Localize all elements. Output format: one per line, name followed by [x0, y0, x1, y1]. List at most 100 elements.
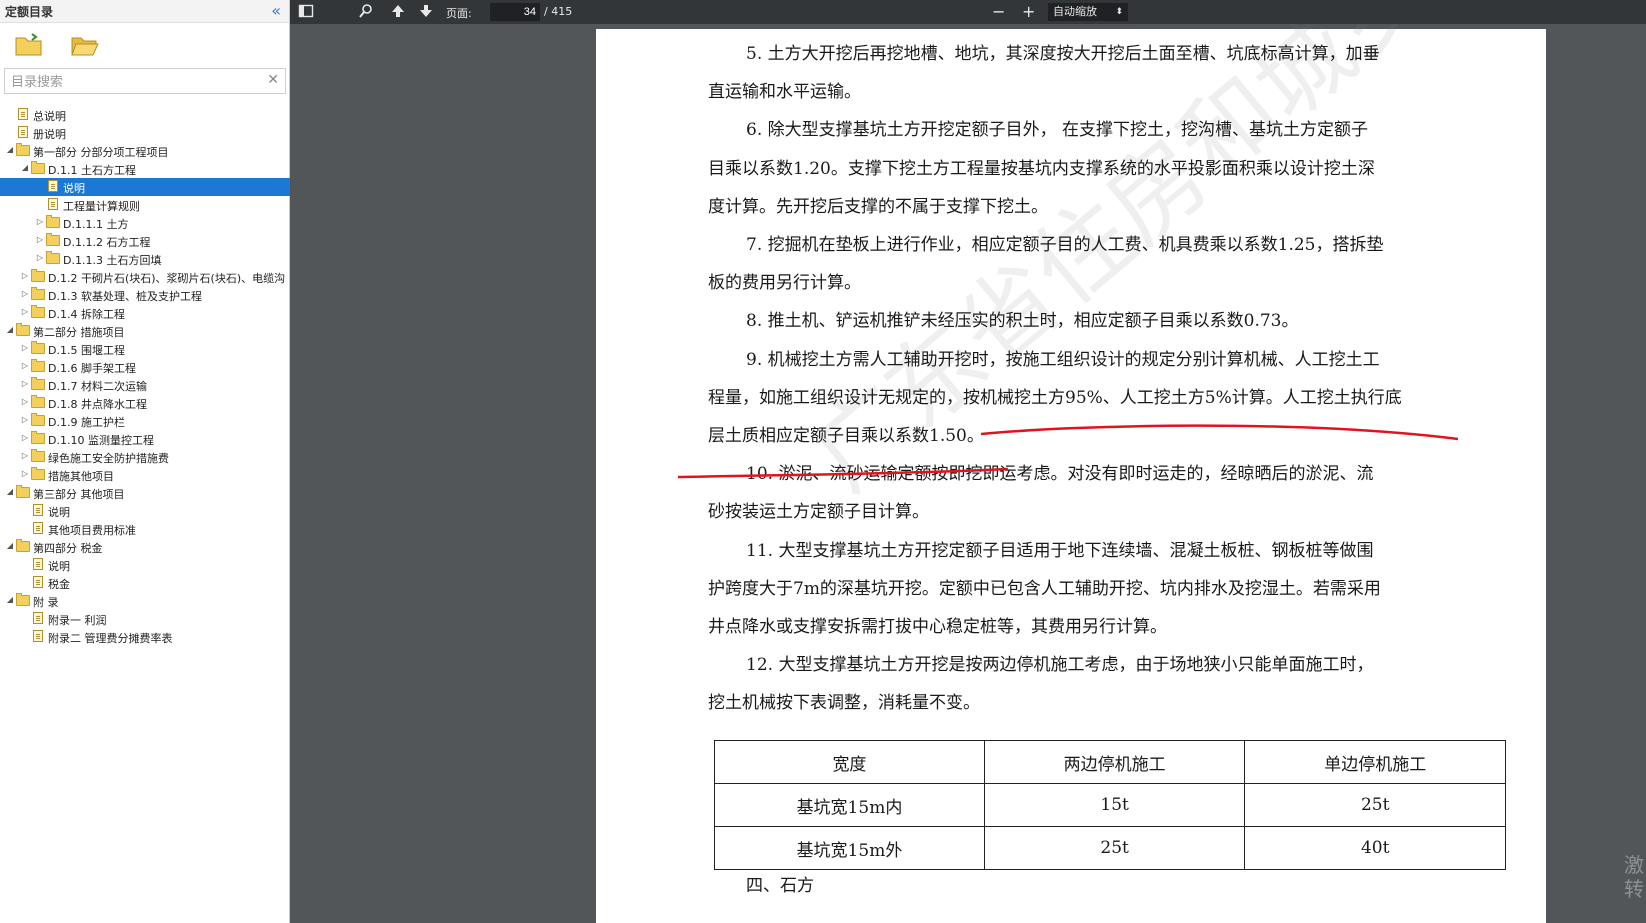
expand-arrow-icon[interactable]: ▷ — [21, 271, 29, 280]
folder-icon — [31, 287, 45, 300]
next-page-icon[interactable] — [418, 3, 434, 23]
collapse-arrow-icon[interactable]: ◢ — [6, 325, 14, 334]
document-viewer[interactable]: 广东省住房和城乡建设厅 5. 土方大开挖后再挖地槽、地坑，其深度按大开挖后土面至… — [290, 24, 1646, 923]
outline-item[interactable]: 工程量计算规则 — [0, 196, 290, 214]
outline-item-label: 绿色施工安全防护措施费 — [48, 452, 169, 465]
outline-item[interactable]: 附录一 利润 — [0, 610, 290, 628]
text-line: 层土质相应定额子目乘以系数1.50。 — [708, 426, 984, 446]
folder-icon — [16, 485, 30, 498]
outline-item[interactable]: ▷ D.1.3 软基处理、桩及支护工程 — [0, 286, 290, 304]
open-folder-icon[interactable] — [70, 33, 100, 57]
folder-icon — [31, 359, 45, 372]
outline-item[interactable]: ◢ 附 录 — [0, 592, 290, 610]
page-number-input[interactable] — [490, 3, 540, 21]
corner-watermark-line: 转 — [1624, 877, 1644, 901]
zoom-value: 自动缩放 — [1053, 5, 1097, 18]
outline-item[interactable]: ▷ D.1.1.2 石方工程 — [0, 232, 290, 250]
expand-arrow-icon[interactable]: ▷ — [21, 397, 29, 406]
outline-item[interactable]: ▷ D.1.9 施工护栏 — [0, 412, 290, 430]
folder-icon — [16, 323, 30, 336]
outline-item[interactable]: ◢ 第一部分 分部分项工程项目 — [0, 142, 290, 160]
collapse-arrow-icon[interactable]: ◢ — [6, 541, 14, 550]
outline-item[interactable]: ◢ 第三部分 其他项目 — [0, 484, 290, 502]
outline-search-input[interactable] — [9, 70, 263, 94]
outline-item-label: D.1.9 施工护栏 — [48, 416, 125, 429]
outline-item[interactable]: ▷ D.1.1.1 土方 — [0, 214, 290, 232]
find-icon[interactable] — [358, 3, 374, 23]
outline-item[interactable]: ▷ D.1.6 脚手架工程 — [0, 358, 290, 376]
outline-item[interactable]: ◢ 第二部分 措施项目 — [0, 322, 290, 340]
text-line: 板的费用另行计算。 — [708, 273, 861, 294]
outline-item[interactable]: ▷ 措施其他项目 — [0, 466, 290, 484]
total-pages: / 415 — [544, 5, 573, 18]
outline-item[interactable]: ◢ 第四部分 税金 — [0, 538, 290, 556]
previous-page-icon[interactable] — [390, 3, 406, 23]
outline-item[interactable]: ▷ D.1.10 监测量控工程 — [0, 430, 290, 448]
zoom-out-button[interactable]: − — [992, 2, 1005, 21]
expand-arrow-icon[interactable]: ▷ — [36, 253, 44, 262]
collapse-sidebar-icon[interactable]: « — [271, 1, 281, 20]
outline-item[interactable]: ▷ D.1.7 材料二次运输 — [0, 376, 290, 394]
expand-arrow-icon[interactable]: ▷ — [21, 289, 29, 298]
zoom-in-button[interactable]: + — [1022, 2, 1035, 21]
dropdown-caret-icon: ⬍ — [1115, 7, 1123, 17]
page-label: 页面: — [446, 7, 472, 20]
expand-arrow-icon[interactable]: ▷ — [21, 379, 29, 388]
annotation-underline-1 — [980, 424, 1459, 441]
collapse-arrow-icon[interactable]: ◢ — [6, 145, 14, 154]
outline-item[interactable]: ◢ D.1.1 土石方工程 — [0, 160, 290, 178]
collapse-arrow-icon[interactable]: ◢ — [6, 487, 14, 496]
text-line: 9. 机械挖土方需人工辅助开挖时，按施工组织设计的规定分别计算机械、人工挖土工 — [746, 349, 1380, 370]
outline-item-label: 其他项目费用标准 — [48, 524, 136, 537]
outline-item[interactable]: ▷ D.1.2 干砌片石(块石)、浆砌片石(块石)、电缆沟 — [0, 268, 290, 286]
expand-arrow-icon[interactable]: ▷ — [36, 235, 44, 244]
expand-arrow-icon[interactable]: ▷ — [21, 469, 29, 478]
folder-icon — [31, 449, 45, 462]
zoom-select[interactable]: 自动缩放 ⬍ — [1048, 3, 1128, 21]
outline-item[interactable]: ▷ D.1.8 井点降水工程 — [0, 394, 290, 412]
outline-item[interactable]: 总说明 — [0, 106, 290, 124]
outline-item[interactable]: 附录二 管理费分摊费率表 — [0, 628, 290, 646]
sidebar-title: 定额目录 — [5, 5, 54, 19]
table-row: 基坑宽15m外 25t 40t — [714, 826, 1506, 870]
collapse-arrow-icon[interactable]: ◢ — [21, 163, 29, 172]
expand-arrow-icon[interactable]: ▷ — [21, 361, 29, 370]
outline-item-label: 总说明 — [33, 110, 66, 123]
table-cell: 40t — [1244, 826, 1506, 870]
expand-arrow-icon[interactable]: ▷ — [21, 415, 29, 424]
document-icon — [33, 558, 43, 570]
outline-item[interactable]: 册说明 — [0, 124, 290, 142]
document-icon — [48, 180, 58, 192]
table-header-cell: 单边停机施工 — [1244, 740, 1506, 784]
outline-item[interactable]: 其他项目费用标准 — [0, 520, 290, 538]
outline-item-label: D.1.1.3 土石方回填 — [63, 254, 162, 267]
folder-icon — [16, 143, 30, 156]
expand-arrow-icon[interactable]: ▷ — [21, 343, 29, 352]
outline-item[interactable]: 说明 — [0, 502, 290, 520]
folder-icon — [31, 269, 45, 282]
outline-item-label: D.1.3 软基处理、桩及支护工程 — [48, 290, 202, 303]
outline-item[interactable]: ▷ 绿色施工安全防护措施费 — [0, 448, 290, 466]
expand-arrow-icon[interactable]: ▷ — [21, 307, 29, 316]
folder-icon — [16, 593, 30, 606]
pdf-page: 广东省住房和城乡建设厅 5. 土方大开挖后再挖地槽、地坑，其深度按大开挖后土面至… — [596, 24, 1646, 923]
outline-item-label: D.1.2 干砌片石(块石)、浆砌片石(块石)、电缆沟 — [48, 272, 286, 285]
expand-arrow-icon[interactable]: ▷ — [21, 433, 29, 442]
clear-search-icon[interactable]: ✕ — [267, 72, 279, 88]
text-line: 5. 土方大开挖后再挖地槽、地坑，其深度按大开挖后土面至槽、坑底标高计算，加垂 — [746, 44, 1380, 64]
outline-item[interactable]: ▷ D.1.4 拆除工程 — [0, 304, 290, 322]
new-folder-icon[interactable] — [14, 33, 44, 57]
expand-arrow-icon[interactable]: ▷ — [36, 217, 44, 226]
outline-item-label: 说明 — [48, 560, 70, 573]
expand-arrow-icon[interactable]: ▷ — [21, 451, 29, 460]
table-cell: 基坑宽15m外 — [714, 826, 985, 870]
collapse-arrow-icon[interactable]: ◢ — [6, 595, 14, 604]
pdf-toolbar: 页面: / 415 − + 自动缩放 ⬍ — [290, 0, 1646, 24]
outline-item[interactable]: ▷ D.1.1.3 土石方回填 — [0, 250, 290, 268]
toggle-sidebar-icon[interactable] — [298, 3, 314, 23]
outline-item-label: 税金 — [48, 578, 70, 591]
outline-item[interactable]: 说明 — [0, 178, 290, 196]
outline-item[interactable]: 说明 — [0, 556, 290, 574]
outline-item[interactable]: 税金 — [0, 574, 290, 592]
outline-item[interactable]: ▷ D.1.5 围堰工程 — [0, 340, 290, 358]
